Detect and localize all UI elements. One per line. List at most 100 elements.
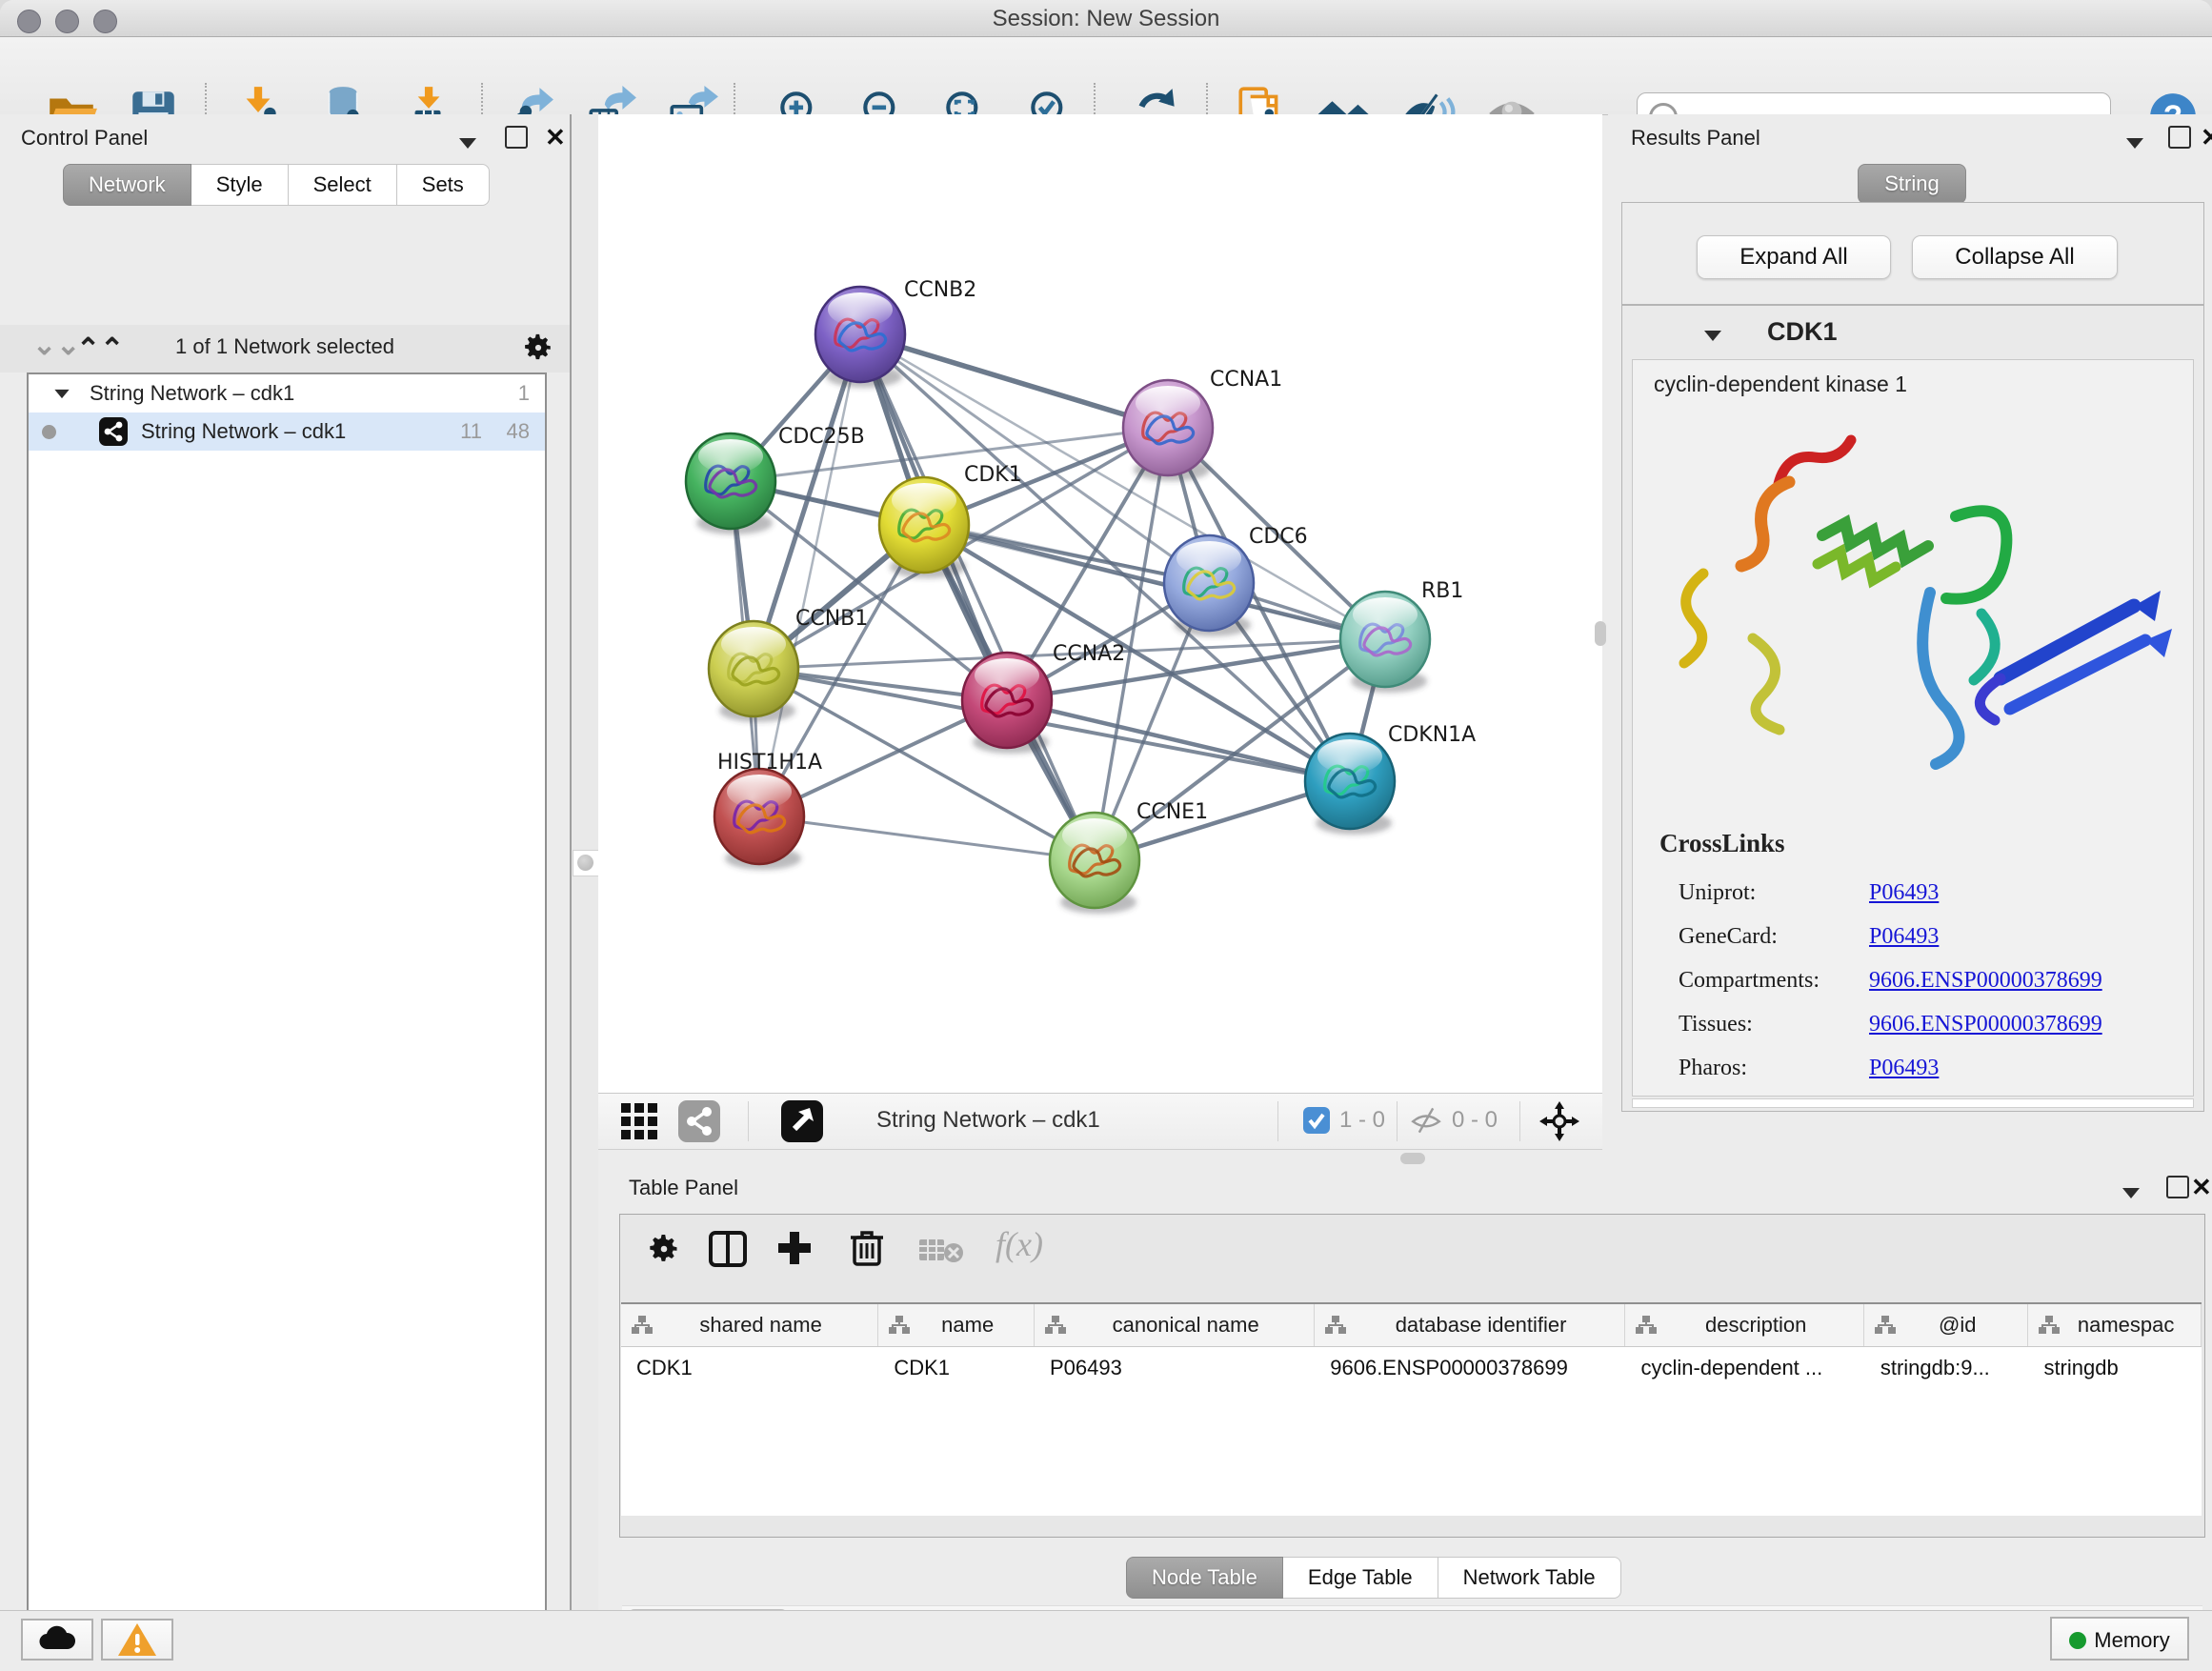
table-cell: P06493 (1035, 1347, 1315, 1389)
network-collection-row[interactable]: String Network – cdk1 1 (29, 374, 545, 413)
results-panel-close-button[interactable]: ✕ (2201, 128, 2212, 147)
trash-icon (849, 1228, 885, 1268)
main-toolbar: ? (0, 37, 2212, 115)
delete-column-button[interactable] (849, 1228, 885, 1271)
crosslink-row: Compartments:9606.ENSP00000378699 (1679, 960, 2174, 1004)
column-header-description[interactable]: description (1625, 1304, 1864, 1346)
crosslink-link[interactable]: 9606.ENSP00000378699 (1869, 968, 2102, 994)
table-options-button[interactable] (647, 1232, 681, 1269)
results-panel-menu-button[interactable] (2126, 130, 2143, 154)
tab-style[interactable]: Style (191, 164, 289, 206)
network-options-gear-icon[interactable] (522, 332, 554, 364)
tab-network-table[interactable]: Network Table (1438, 1557, 1621, 1599)
window-title: Session: New Session (0, 6, 2212, 32)
edge-CCNB2-HIST1H1A[interactable] (759, 334, 860, 816)
crosslinks-heading: CrossLinks (1659, 829, 1785, 858)
crosslink-row: Tissues:9606.ENSP00000378699 (1679, 1004, 2174, 1048)
crosslink-link[interactable]: P06493 (1869, 924, 1939, 950)
network-row[interactable]: String Network – cdk1 11 48 (29, 413, 545, 451)
column-header-shared-name[interactable]: shared name (621, 1304, 878, 1346)
table-row[interactable]: CDK1CDK1P064939606.ENSP00000378699cyclin… (621, 1347, 2202, 1389)
network-canvas[interactable]: CCNB2CCNA1CDC25BCDK1CDC6RB1CCNB1CCNA2CDK… (598, 114, 1602, 1093)
gene-expander-icon[interactable] (1704, 331, 1721, 341)
crosslink-link[interactable]: P06493 (1869, 880, 1939, 906)
app-window: Session: New Session (0, 0, 2212, 1671)
selected-checkbox-icon[interactable] (1303, 1107, 1330, 1134)
birdseye-view-icon[interactable] (781, 1100, 823, 1142)
collection-expander-icon[interactable] (54, 390, 69, 398)
memory-button[interactable]: Memory (2050, 1617, 2189, 1661)
column-header-id[interactable]: @id (1864, 1304, 2028, 1346)
edge-CCNB2-CCNA1[interactable] (860, 334, 1168, 428)
memory-label: Memory (2094, 1628, 2169, 1652)
collapse-all-button[interactable]: Collapse All (1912, 235, 2118, 279)
crosslink-row: Pharos: P06493 (1679, 1048, 2174, 1092)
column-header-name[interactable]: name (878, 1304, 1035, 1346)
node-label: CCNB2 (904, 278, 976, 302)
control-panel-float-button[interactable] (505, 126, 528, 154)
right-splitter-handle[interactable] (1595, 621, 1606, 646)
network-edge-count: 48 (507, 413, 530, 451)
gene-symbol: CDK1 (1767, 317, 1838, 347)
node-label: CDC25B (778, 425, 865, 449)
node-CCNE1[interactable]: CCNE1 (1050, 800, 1208, 914)
horizontal-splitter-handle[interactable] (1400, 1153, 1425, 1164)
table-tabbar: Node TableEdge TableNetwork Table (1126, 1557, 1621, 1599)
crosslink-link[interactable]: 9606.ENSP00000378699 (1869, 1012, 2102, 1037)
expand-all-button[interactable]: Expand All (1697, 235, 1891, 279)
string-network-badge-icon (99, 417, 128, 446)
memory-status-icon (2069, 1632, 2086, 1649)
network-share-badge-icon[interactable] (678, 1100, 720, 1142)
column-header-label: namespac (2078, 1313, 2175, 1338)
column-header-namespac[interactable]: namespac (2028, 1304, 2202, 1346)
node-CCNA1[interactable]: CCNA1 (1123, 368, 1282, 481)
grid-view-icon[interactable] (619, 1101, 661, 1141)
columns-icon (708, 1230, 748, 1268)
warnings-button[interactable] (101, 1619, 173, 1661)
results-panel-float-button[interactable] (2168, 126, 2191, 154)
network-list-header: ⌄⌄ ⌃⌃ 1 of 1 Network selected (0, 325, 570, 372)
node-CCNB2[interactable]: CCNB2 (815, 278, 976, 388)
gene-entry-card: cyclin-dependent kinase 1 (1632, 359, 2194, 1097)
fit-content-crosshair-icon[interactable] (1539, 1101, 1579, 1141)
plus-icon (774, 1228, 814, 1268)
add-column-button[interactable] (774, 1228, 814, 1271)
column-header-label: name (941, 1313, 994, 1338)
node-CDKN1A[interactable]: CDKN1A (1305, 723, 1476, 835)
show-column-button[interactable] (708, 1230, 748, 1271)
gear-icon (647, 1232, 681, 1266)
node-label: CDC6 (1249, 525, 1308, 549)
tab-edge-table[interactable]: Edge Table (1283, 1557, 1438, 1599)
protein-structure-image (1646, 412, 2180, 793)
table-panel-float-button[interactable] (2166, 1176, 2189, 1204)
tab-sets[interactable]: Sets (397, 164, 490, 206)
tab-select[interactable]: Select (289, 164, 397, 206)
node-CDK1[interactable]: CDK1 (879, 463, 1022, 578)
column-header-database-identifier[interactable]: database identifier (1315, 1304, 1625, 1346)
node-CCNA2[interactable]: CCNA2 (962, 642, 1125, 754)
tab-network[interactable]: Network (63, 164, 191, 206)
string-network-graph[interactable]: CCNB2CCNA1CDC25BCDK1CDC6RB1CCNB1CCNA2CDK… (598, 114, 1602, 1093)
table-cell: stringdb:9... (1865, 1347, 2029, 1389)
table-panel-menu-button[interactable] (2122, 1179, 2140, 1204)
column-header-canonical-name[interactable]: canonical name (1035, 1304, 1315, 1346)
edge-CCNB2-CCNE1[interactable] (860, 334, 1095, 860)
tab-node-table[interactable]: Node Table (1126, 1557, 1283, 1599)
table-panel-close-button[interactable]: ✕ (2191, 1178, 2212, 1197)
splitter-handle[interactable] (573, 850, 599, 876)
crosslink-link[interactable]: P06493 (1869, 1056, 1939, 1081)
cloud-status-button[interactable] (21, 1619, 93, 1661)
left-splitter[interactable] (572, 114, 598, 1610)
edge-CCNE1-HIST1H1A[interactable] (759, 816, 1095, 860)
node-RB1[interactable]: RB1 (1340, 579, 1463, 693)
control-panel-menu-button[interactable] (459, 130, 476, 154)
column-type-icon (631, 1315, 654, 1336)
column-header-label: canonical name (1113, 1313, 1259, 1338)
results-scrollbar[interactable] (1632, 1098, 2194, 1108)
node-HIST1H1A[interactable]: HIST1H1A (714, 751, 822, 870)
node-label: CCNA2 (1053, 642, 1125, 666)
edge-CCNA2-CDKN1A[interactable] (1007, 700, 1350, 781)
control-panel-close-button[interactable]: ✕ (545, 128, 566, 147)
tab-string[interactable]: String (1858, 164, 1966, 204)
crosslink-label: Pharos: (1679, 1056, 1747, 1081)
